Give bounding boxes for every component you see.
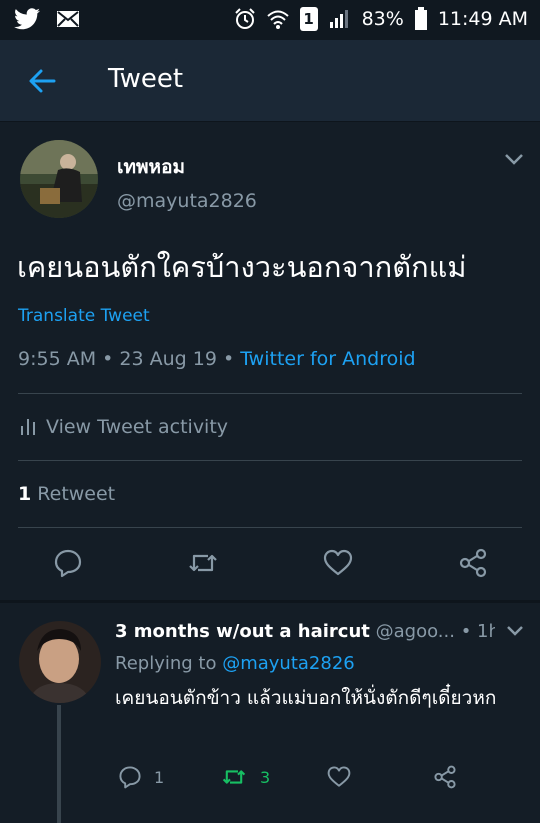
status-bar: 1 83% 11:49 AM: [0, 0, 540, 40]
reply-author-name[interactable]: 3 months w/out a haircut: [115, 621, 370, 642]
retweet-count: 1: [18, 483, 32, 505]
view-activity-button[interactable]: View Tweet activity: [20, 416, 228, 438]
reply-author-avatar[interactable]: [19, 621, 101, 703]
replying-to-label: Replying to: [115, 653, 217, 674]
clock: 11:49 AM: [437, 8, 528, 30]
reply-icon[interactable]: [53, 548, 83, 578]
reply-header: 3 months w/out a haircut @agoo... • 1h: [115, 621, 495, 642]
reply-count: 1: [154, 767, 165, 787]
reply-icon: [119, 766, 141, 789]
reply-reply-button[interactable]: 1: [118, 765, 164, 789]
mail-icon: [57, 11, 79, 27]
arrow-left-icon[interactable]: [28, 68, 56, 94]
divider: [18, 460, 522, 461]
tweet-action-bar: [0, 548, 540, 588]
sim-icon: 1: [299, 7, 318, 31]
reply-action-bar: 1 3: [0, 765, 540, 795]
heart-icon[interactable]: [323, 548, 353, 578]
divider: [18, 527, 522, 528]
replying-to: Replying to @mayuta2826: [115, 653, 355, 674]
wifi-icon: [266, 10, 289, 29]
share-icon[interactable]: [458, 548, 488, 578]
battery-icon: [414, 7, 427, 30]
translate-link[interactable]: Translate Tweet: [18, 306, 150, 326]
reply-author-handle[interactable]: @agoo...: [376, 621, 455, 642]
chevron-down-icon[interactable]: [504, 152, 524, 166]
tweet-text: เคยนอนตักใครบ้างวะนอกจากตักแม่: [17, 250, 467, 284]
reply-text: เคยนอนตักข้าว แล้วแม่บอกให้นั่งตักดีๆเดี…: [115, 687, 497, 709]
divider: [18, 393, 522, 394]
chevron-down-icon[interactable]: [506, 625, 524, 637]
retweet-count-row[interactable]: 1 Retweet: [18, 483, 115, 505]
thread-line: [57, 705, 61, 823]
reply-tweet[interactable]: 3 months w/out a haircut @agoo... • 1h R…: [0, 603, 540, 823]
tweet-meta: 9:55 AM • 23 Aug 19 • Twitter for Androi…: [18, 348, 416, 370]
main-tweet: เทพหอม @mayuta2826 เคยนอนตักใครบ้างวะนอก…: [0, 122, 540, 600]
alarm-icon: [234, 8, 255, 29]
page-title: Tweet: [108, 64, 184, 94]
battery-percent: 83%: [361, 8, 404, 30]
retweet-count-label: Retweet: [37, 483, 116, 505]
author-handle[interactable]: @mayuta2826: [117, 190, 257, 212]
author-name[interactable]: เทพหอม: [117, 152, 185, 182]
tweet-source-link[interactable]: Twitter for Android: [240, 348, 415, 370]
app-header: Tweet: [0, 40, 540, 122]
heart-icon: [327, 766, 351, 787]
reply-retweet-count: 3: [260, 767, 271, 787]
author-avatar[interactable]: [20, 140, 98, 218]
share-icon: [434, 765, 456, 789]
retweet-icon: [222, 770, 246, 784]
twitter-icon: [14, 8, 40, 30]
reply-like-button[interactable]: [327, 765, 351, 789]
replying-to-handle[interactable]: @mayuta2826: [222, 653, 355, 674]
signal-icon: [329, 10, 348, 28]
reply-retweet-button[interactable]: 3: [220, 765, 270, 789]
view-activity-label: View Tweet activity: [46, 416, 229, 438]
reply-timestamp: • 1h: [460, 621, 495, 642]
bar-chart-icon: [21, 419, 35, 435]
retweet-icon[interactable]: [188, 548, 218, 578]
tweet-timestamp: 9:55 AM • 23 Aug 19 •: [18, 348, 235, 370]
reply-share-button[interactable]: [433, 765, 457, 789]
